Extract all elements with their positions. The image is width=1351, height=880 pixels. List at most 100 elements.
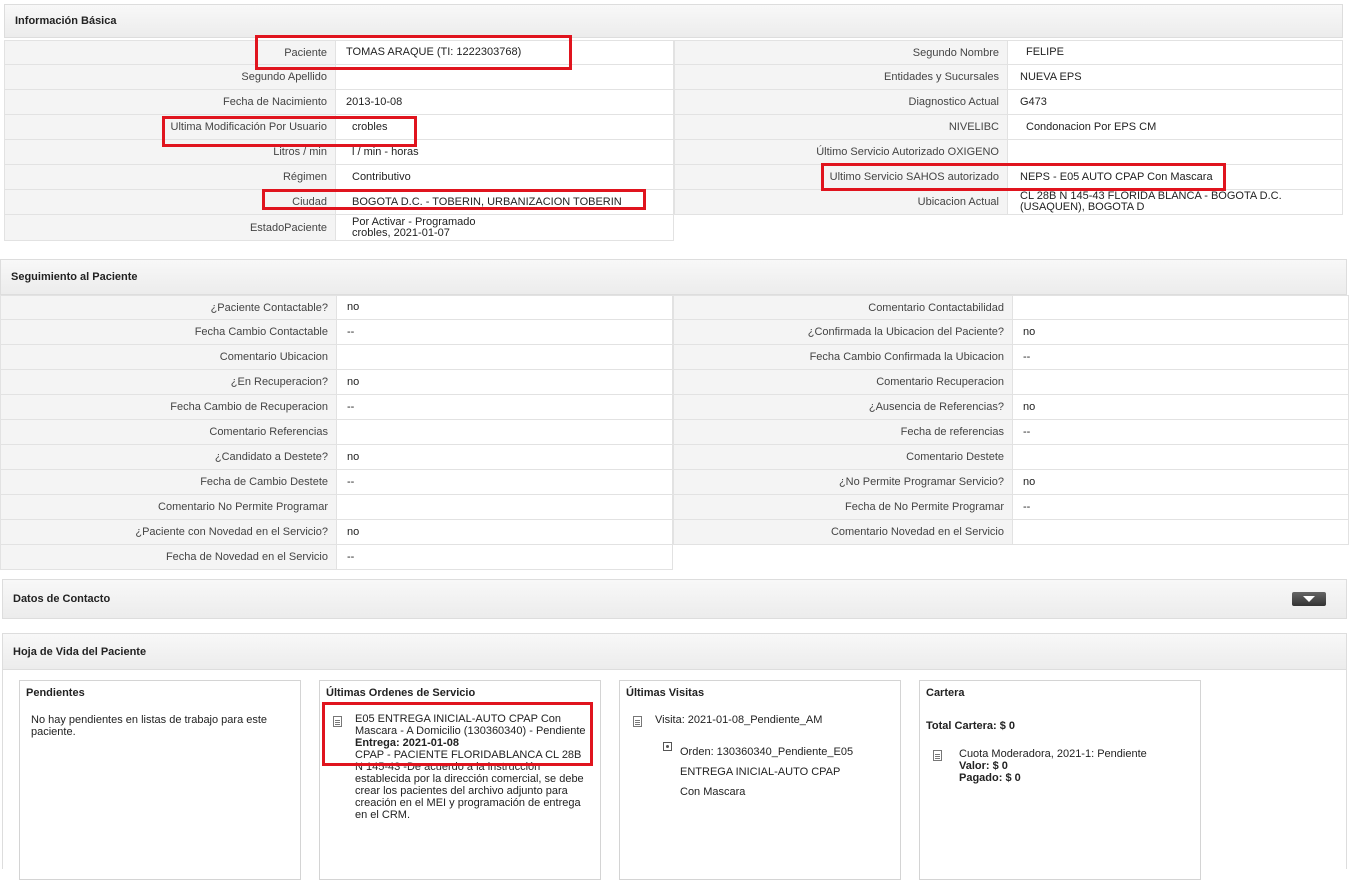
field-label: ¿Confirmada la Ubicacion del Paciente?	[673, 320, 1012, 345]
field-label: Fecha Cambio Confirmada la Ubicacion	[673, 345, 1012, 370]
seg-row: ¿Paciente con Novedad en el Servicio? no	[0, 520, 673, 545]
estado-line-2: crobles, 2021-01-07	[352, 226, 450, 239]
field-value: --	[1012, 495, 1349, 520]
visitas-card: Últimas Visitas Visita: 2021-01-08_Pendi…	[619, 680, 901, 880]
field-label: Ciudad	[4, 190, 335, 215]
info-row-servicio-oxigeno: Último Servicio Autorizado OXIGENO	[674, 140, 1343, 165]
seg-row: Comentario Destete	[673, 445, 1349, 470]
ordenes-card: Últimas Ordenes de Servicio E05 ENTREGA …	[319, 680, 601, 880]
field-value: --	[336, 395, 673, 420]
info-row-segundo-apellido: Segundo Apellido	[4, 65, 674, 90]
info-row-ubicacion: Ubicacion Actual CL 28B N 145-43 FLORIDA…	[674, 190, 1343, 215]
cartera-total: Total Cartera: $ 0	[926, 720, 1016, 732]
seg-row: Comentario Ubicacion	[0, 345, 673, 370]
field-label: ¿Candidato a Destete?	[0, 445, 336, 470]
seg-row: Fecha Cambio de Recuperacion --	[0, 395, 673, 420]
seg-row: Fecha de No Permite Programar --	[673, 495, 1349, 520]
info-row-estado-paciente: EstadoPaciente Por Activar - Programado …	[4, 215, 674, 241]
hoja-vida-header[interactable]: Hoja de Vida del Paciente	[2, 633, 1347, 670]
contacto-header[interactable]: Datos de Contacto	[2, 579, 1347, 619]
field-label: Fecha de referencias	[673, 420, 1012, 445]
field-value: --	[1012, 345, 1349, 370]
seg-row: Fecha de Novedad en el Servicio --	[0, 545, 673, 570]
field-value: --	[336, 545, 673, 570]
field-label: Paciente	[4, 40, 335, 65]
estado-line-1: Por Activar - Programado	[352, 215, 476, 228]
expand-contacto-button[interactable]	[1292, 592, 1326, 606]
info-basica-header[interactable]: Información Básica	[4, 4, 1343, 38]
info-row-diagnostico: Diagnostico Actual G473	[674, 90, 1343, 115]
field-label: ¿Ausencia de Referencias?	[673, 395, 1012, 420]
cartera-item[interactable]: Cuota Moderadora, 2021-1: Pendiente Valo…	[959, 748, 1147, 784]
field-value: --	[1012, 420, 1349, 445]
orden-line: E05 ENTREGA INICIAL-AUTO CPAP Con Mascar…	[355, 713, 586, 737]
info-row-ultima-modificacion: Ultima Modificación Por Usuario crobles	[4, 115, 674, 140]
field-value: no	[1012, 320, 1349, 345]
field-label: Fecha Cambio Contactable	[0, 320, 336, 345]
field-label: ¿Paciente Contactable?	[0, 295, 336, 320]
field-label: Comentario Contactabilidad	[673, 295, 1012, 320]
info-row-nivelibc: NIVELIBC Condonacion Por EPS CM	[674, 115, 1343, 140]
info-row-fecha-nacimiento: Fecha de Nacimiento 2013-10-08	[4, 90, 674, 115]
field-value: G473	[1007, 90, 1343, 115]
field-label: NIVELIBC	[674, 115, 1007, 140]
field-value	[336, 345, 673, 370]
info-row-entidades: Entidades y Sucursales NUEVA EPS	[674, 65, 1343, 90]
info-basica-title: Información Básica	[15, 15, 117, 27]
field-value: BOGOTA D.C. - TOBERIN, URBANIZACION TOBE…	[335, 190, 674, 215]
visita-orden[interactable]: Orden: 130360340_Pendiente_E05 ENTREGA I…	[680, 742, 855, 802]
seg-row: Comentario Recuperacion	[673, 370, 1349, 395]
cartera-card: Cartera Total Cartera: $ 0 Cuota Moderad…	[919, 680, 1201, 880]
document-icon	[933, 750, 942, 761]
cartera-cuota: Cuota Moderadora, 2021-1: Pendiente	[959, 748, 1147, 760]
field-value: no	[336, 445, 673, 470]
seg-row: Fecha de referencias --	[673, 420, 1349, 445]
cartera-title: Cartera	[926, 687, 965, 699]
field-label: Comentario Destete	[673, 445, 1012, 470]
pendientes-text: No hay pendientes en listas de trabajo p…	[31, 714, 268, 738]
field-label: Fecha de No Permite Programar	[673, 495, 1012, 520]
field-value: no	[336, 370, 673, 395]
seg-row: Comentario No Permite Programar	[0, 495, 673, 520]
field-label: Diagnostico Actual	[674, 90, 1007, 115]
field-value: TOMAS ARAQUE (TI: 1222303768)	[335, 40, 674, 65]
field-label: ¿Paciente con Novedad en el Servicio?	[0, 520, 336, 545]
field-label: Fecha de Nacimiento	[4, 90, 335, 115]
seguimiento-header[interactable]: Seguimiento al Paciente	[0, 259, 1347, 295]
field-value: --	[336, 470, 673, 495]
info-row-litros: Litros / min l / min - horas	[4, 140, 674, 165]
field-value: no	[1012, 395, 1349, 420]
field-label: ¿En Recuperacion?	[0, 370, 336, 395]
field-value: Condonacion Por EPS CM	[1007, 115, 1343, 140]
field-label: Fecha de Cambio Destete	[0, 470, 336, 495]
field-value: Contributivo	[335, 165, 674, 190]
field-label: Comentario No Permite Programar	[0, 495, 336, 520]
field-label: Régimen	[4, 165, 335, 190]
visita-item[interactable]: Visita: 2021-01-08_Pendiente_AM	[655, 714, 822, 726]
field-value: --	[336, 320, 673, 345]
seg-row: Comentario Contactabilidad	[673, 295, 1349, 320]
field-value	[1007, 140, 1343, 165]
field-value: CL 28B N 145-43 FLORIDA BLANCA - BOGOTA …	[1007, 190, 1343, 215]
field-label: Comentario Referencias	[0, 420, 336, 445]
ordenes-title: Últimas Ordenes de Servicio	[326, 687, 476, 699]
seg-row: ¿No Permite Programar Servicio? no	[673, 470, 1349, 495]
field-label: ¿No Permite Programar Servicio?	[673, 470, 1012, 495]
field-label: Último Servicio Autorizado OXIGENO	[674, 140, 1007, 165]
seg-row: ¿Paciente Contactable? no	[0, 295, 673, 320]
orden-item[interactable]: E05 ENTREGA INICIAL-AUTO CPAP Con Mascar…	[355, 713, 595, 821]
field-label: Litros / min	[4, 140, 335, 165]
orden-descripcion: CPAP - PACIENTE FLORIDABLANCA CL 28B N 1…	[355, 749, 584, 821]
hoja-vida-title: Hoja de Vida del Paciente	[13, 645, 147, 658]
pendientes-card: Pendientes No hay pendientes en listas d…	[19, 680, 301, 880]
info-row-paciente: Paciente TOMAS ARAQUE (TI: 1222303768)	[4, 40, 674, 65]
field-value	[1012, 520, 1349, 545]
info-row-servicio-sahos: Ultimo Servicio SAHOS autorizado NEPS - …	[674, 165, 1343, 190]
field-value: no	[336, 295, 673, 320]
field-value: Por Activar - Programado crobles, 2021-0…	[335, 215, 674, 241]
field-label: Comentario Novedad en el Servicio	[673, 520, 1012, 545]
seguimiento-title: Seguimiento al Paciente	[11, 271, 138, 283]
document-icon	[333, 716, 342, 727]
field-value: l / min - horas	[335, 140, 674, 165]
order-icon	[663, 742, 672, 751]
